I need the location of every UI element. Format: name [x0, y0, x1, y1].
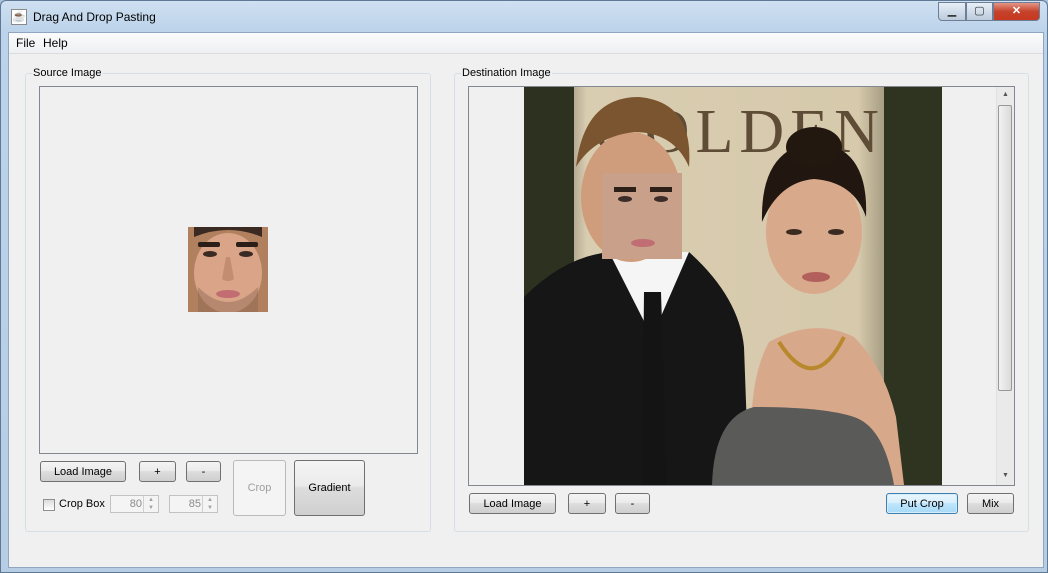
destination-group-label: Destination Image — [461, 67, 552, 79]
crop-width-value: 80 — [129, 498, 142, 510]
crop-button[interactable]: Crop — [233, 460, 286, 516]
source-zoom-out-button[interactable]: - — [186, 461, 221, 482]
crop-height-spinner[interactable]: 85 ▲ ▼ — [169, 495, 218, 513]
source-group-label: Source Image — [32, 67, 103, 79]
java-icon: ☕ — [11, 9, 27, 25]
app-window: ☕ Drag And Drop Pasting ▁ ▢ ✕ File Help … — [0, 0, 1048, 573]
menu-file[interactable]: File — [16, 36, 35, 50]
scroll-up-icon[interactable]: ▲ — [997, 87, 1014, 103]
client-area: File Help Source Image Load Image + - Cr… — [8, 32, 1044, 568]
destination-image-panel[interactable]: GOLDEN ▲ ▼ — [468, 86, 1015, 486]
crop-box-label: Crop Box — [59, 498, 105, 510]
title-bar[interactable]: ☕ Drag And Drop Pasting ▁ ▢ ✕ — [1, 1, 1047, 33]
window-title: Drag And Drop Pasting — [33, 10, 156, 24]
source-image-panel[interactable] — [39, 86, 418, 454]
source-load-image-button[interactable]: Load Image — [40, 461, 126, 482]
crop-box-checkbox[interactable] — [43, 499, 55, 511]
destination-photo[interactable]: GOLDEN — [524, 87, 942, 485]
menu-help[interactable]: Help — [43, 36, 68, 50]
source-zoom-in-button[interactable]: + — [139, 461, 176, 482]
scroll-thumb[interactable] — [998, 105, 1012, 391]
destination-load-image-button[interactable]: Load Image — [469, 493, 556, 514]
destination-zoom-out-button[interactable]: - — [615, 493, 650, 514]
spinner-arrows-icon[interactable]: ▲ ▼ — [202, 496, 217, 512]
spinner-arrows-icon[interactable]: ▲ ▼ — [143, 496, 158, 512]
maximize-button[interactable]: ▢ — [966, 2, 993, 21]
source-face-thumbnail[interactable] — [188, 227, 268, 312]
scroll-down-icon[interactable]: ▼ — [997, 468, 1014, 484]
mix-button[interactable]: Mix — [967, 493, 1014, 514]
gradient-button[interactable]: Gradient — [294, 460, 365, 516]
vertical-scrollbar[interactable]: ▲ ▼ — [996, 87, 1014, 485]
crop-height-value: 85 — [188, 498, 201, 510]
crop-width-spinner[interactable]: 80 ▲ ▼ — [110, 495, 159, 513]
destination-zoom-in-button[interactable]: + — [568, 493, 606, 514]
close-button[interactable]: ✕ — [993, 2, 1040, 21]
menu-bar: File Help — [9, 33, 1043, 54]
put-crop-button[interactable]: Put Crop — [886, 493, 958, 514]
minimize-button[interactable]: ▁ — [938, 2, 966, 21]
